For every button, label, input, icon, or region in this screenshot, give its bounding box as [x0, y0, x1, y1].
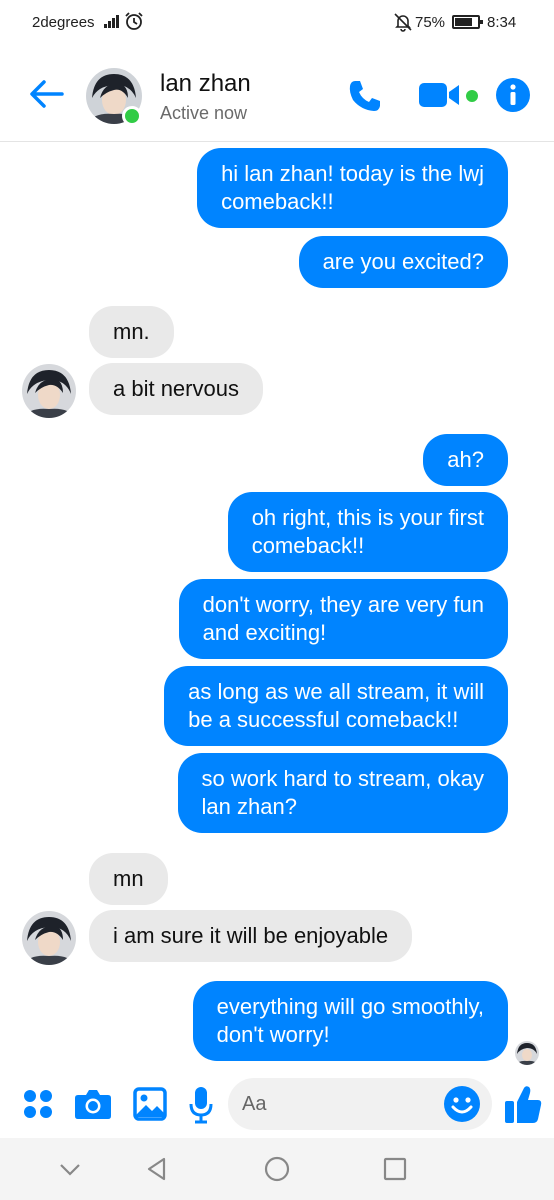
- message-text: oh right, this is your first comeback!!: [251, 505, 484, 558]
- phone-icon[interactable]: [346, 78, 384, 114]
- message-text: a bit nervous: [113, 376, 239, 401]
- active-status-dot: [122, 106, 142, 126]
- chevron-down-icon[interactable]: [57, 1156, 83, 1182]
- four-dots-icon[interactable]: [22, 1088, 54, 1120]
- back-arrow-icon[interactable]: [26, 76, 66, 112]
- microphone-icon[interactable]: [188, 1086, 214, 1124]
- message-bubble-outgoing[interactable]: hi lan zhan! today is the lwj comeback!!: [197, 148, 508, 228]
- alarm-icon: [125, 12, 143, 30]
- thumbs-up-icon[interactable]: [504, 1084, 542, 1124]
- message-bubble-outgoing[interactable]: don't worry, they are very fun and excit…: [178, 579, 508, 659]
- image-icon[interactable]: [133, 1087, 167, 1121]
- clock: 8:34: [487, 14, 517, 31]
- carrier-label: 2degrees: [32, 14, 95, 31]
- signal-icon: [104, 12, 122, 30]
- contact-avatar-small[interactable]: [22, 364, 76, 418]
- message-text: everything will go smoothly, don't worry…: [216, 994, 484, 1047]
- bell-off-icon: [394, 13, 412, 32]
- status-bar: 2degrees 75% 8:34: [0, 0, 554, 48]
- contact-avatar-small[interactable]: [22, 911, 76, 965]
- message-bubble-incoming[interactable]: i am sure it will be enjoyable: [89, 910, 413, 962]
- message-text: ah?: [447, 447, 484, 472]
- message-text: hi lan zhan! today is the lwj comeback!!: [221, 161, 484, 214]
- message-text: mn.: [113, 319, 150, 344]
- contact-name[interactable]: lan zhan: [160, 70, 251, 98]
- message-composer: [0, 1072, 554, 1138]
- message-text: so work hard to stream, okay lan zhan?: [201, 766, 484, 819]
- message-bubble-outgoing[interactable]: are you excited?: [298, 236, 508, 288]
- message-bubble-incoming[interactable]: mn.: [89, 306, 174, 358]
- battery-icon: [452, 15, 483, 29]
- message-input[interactable]: [242, 1088, 432, 1120]
- message-bubble-outgoing[interactable]: ah?: [423, 434, 508, 486]
- message-text: as long as we all stream, it will be a s…: [188, 679, 484, 732]
- message-bubble-incoming[interactable]: mn: [89, 853, 168, 905]
- contact-status: Active now: [160, 103, 248, 123]
- system-nav-bar: [0, 1138, 554, 1200]
- info-icon[interactable]: [496, 78, 530, 112]
- message-text: don't worry, they are very fun and excit…: [202, 592, 484, 645]
- video-active-dot: [466, 90, 478, 102]
- camera-icon[interactable]: [74, 1088, 112, 1120]
- nav-recents-square-icon[interactable]: [382, 1156, 408, 1182]
- video-camera-icon[interactable]: [418, 82, 462, 108]
- smiley-icon[interactable]: [444, 1086, 480, 1122]
- nav-home-circle-icon[interactable]: [264, 1156, 290, 1182]
- message-text: are you excited?: [322, 249, 484, 274]
- message-text: mn: [113, 866, 144, 891]
- battery-percent: 75%: [415, 14, 446, 31]
- conversation-header: lan zhan Active now: [0, 48, 554, 142]
- message-bubble-outgoing[interactable]: everything will go smoothly, don't worry…: [192, 981, 508, 1061]
- message-bubble-outgoing[interactable]: so work hard to stream, okay lan zhan?: [177, 753, 508, 833]
- message-input-box[interactable]: [228, 1078, 492, 1130]
- message-bubble-outgoing[interactable]: as long as we all stream, it will be a s…: [164, 666, 508, 746]
- message-bubble-outgoing[interactable]: oh right, this is your first comeback!!: [227, 492, 508, 572]
- message-bubble-incoming[interactable]: a bit nervous: [89, 363, 263, 415]
- nav-back-triangle-icon[interactable]: [144, 1156, 170, 1182]
- seen-receipt-avatar: [515, 1041, 539, 1065]
- message-text: i am sure it will be enjoyable: [113, 923, 389, 948]
